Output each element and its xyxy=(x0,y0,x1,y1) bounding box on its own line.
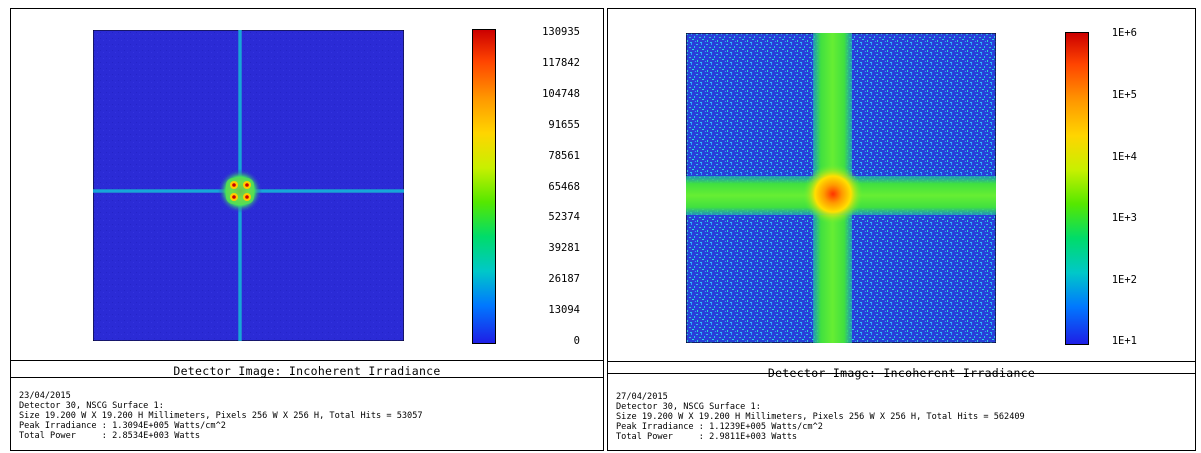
colorbar xyxy=(472,29,496,344)
colorbar-tick: 91655 xyxy=(548,119,580,131)
plot-area: 1E+6 1E+5 1E+4 1E+3 1E+2 1E+1 xyxy=(608,9,1195,360)
colorbar-tick: 1E+6 xyxy=(1111,27,1137,39)
colorbar-tick: 39281 xyxy=(548,242,580,254)
panel-title: Detector Image: Incoherent Irradiance xyxy=(173,364,441,378)
colorbar-tick: 78561 xyxy=(548,150,580,162)
colorbar-tick: 1E+5 xyxy=(1111,89,1137,101)
colorbar-tick: 104748 xyxy=(542,88,580,100)
plot-area: 130935 117842 104748 91655 78561 65468 5… xyxy=(11,9,603,360)
detector-image xyxy=(93,30,404,341)
colorbar-tick: 26187 xyxy=(548,273,580,285)
center-spot xyxy=(803,164,863,224)
colorbar xyxy=(1065,32,1089,345)
colorbar-tick: 0 xyxy=(573,335,580,347)
colorbar-tick: 1E+3 xyxy=(1111,212,1137,224)
detector-window-right: 1E+6 1E+5 1E+4 1E+3 1E+2 1E+1 Detector I… xyxy=(607,8,1196,451)
colorbar-tick: 1E+4 xyxy=(1111,151,1137,163)
divider xyxy=(608,361,1195,362)
colorbar-tick: 1E+2 xyxy=(1111,274,1137,286)
detector-image xyxy=(686,33,996,343)
colorbar-tick: 117842 xyxy=(542,57,580,69)
colorbar-tick: 65468 xyxy=(548,181,580,193)
colorbar-tick: 1E+1 xyxy=(1111,335,1137,347)
colorbar-tick: 52374 xyxy=(548,211,580,223)
info-total-power: Total Power : 2.9811E+003 Watts xyxy=(616,432,798,442)
info-total-power: Total Power : 2.8534E+003 Watts xyxy=(19,431,201,441)
divider xyxy=(11,377,603,378)
divider xyxy=(608,373,1195,374)
colorbar-tick: 13094 xyxy=(548,304,580,316)
divider xyxy=(11,360,603,361)
colorbar-tick: 130935 xyxy=(542,26,580,38)
detector-window-left: 130935 117842 104748 91655 78561 65468 5… xyxy=(10,8,604,451)
